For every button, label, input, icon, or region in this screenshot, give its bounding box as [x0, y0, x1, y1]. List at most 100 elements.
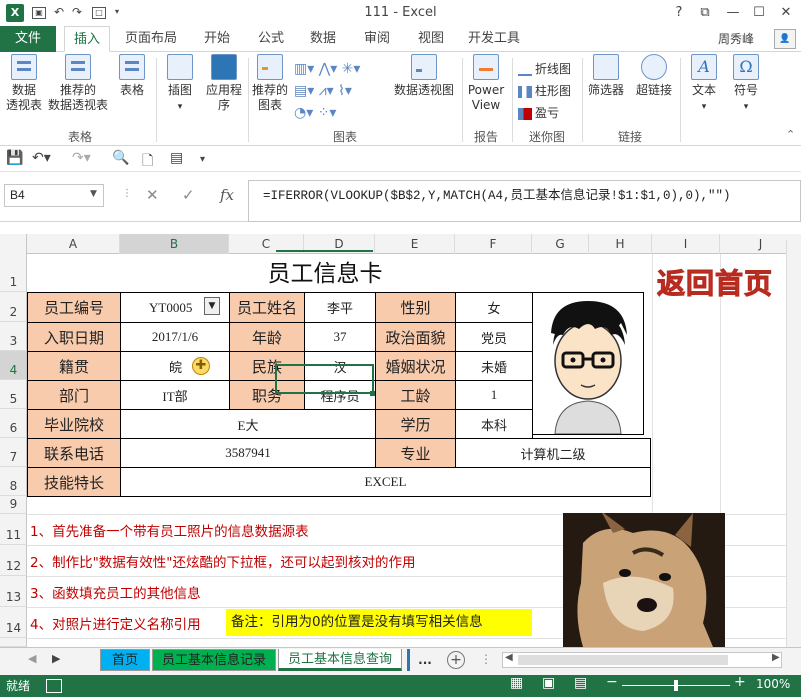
- row-header[interactable]: 8: [0, 467, 27, 496]
- help-button[interactable]: ?: [668, 2, 690, 24]
- tab-insert[interactable]: 插入: [64, 26, 110, 52]
- symbol-button[interactable]: Ω 符号 ▾: [728, 54, 764, 115]
- name-box[interactable]: B4: [4, 184, 104, 207]
- user-name[interactable]: 周秀峰: [718, 30, 754, 47]
- collapse-ribbon-icon[interactable]: ⌃: [786, 128, 795, 141]
- name-value[interactable]: 李平: [304, 292, 376, 323]
- zoom-level[interactable]: 100%: [756, 677, 790, 691]
- scroll-grip-icon[interactable]: ⋮: [480, 652, 492, 666]
- pivot-table-button[interactable]: 数据 透视表: [4, 54, 44, 113]
- zoom-slider-thumb[interactable]: [674, 680, 678, 691]
- save-mini-icon[interactable]: ▣: [32, 7, 46, 19]
- normal-view-icon[interactable]: ▦: [510, 675, 523, 691]
- age-value[interactable]: 37: [304, 322, 376, 352]
- print-preview-icon[interactable]: 🔍: [112, 150, 129, 166]
- sheet-tab-records[interactable]: 员工基本信息记录: [152, 649, 276, 671]
- fill-handle[interactable]: [370, 391, 375, 396]
- row-header[interactable]: 14: [0, 607, 27, 638]
- pivot-chart-button[interactable]: 数据透视图: [392, 54, 456, 98]
- column-header[interactable]: A: [27, 234, 120, 254]
- zoom-in-icon[interactable]: +: [734, 674, 746, 690]
- tab-page-layout[interactable]: 页面布局: [120, 26, 182, 52]
- column-header[interactable]: E: [375, 234, 455, 254]
- chart-type-icons[interactable]: ▥▾ ⋀▾ ✳▾ ▤▾ ⩘▾ ⌇▾ ◔▾ ⁘▾: [294, 58, 384, 124]
- school-value[interactable]: E大: [120, 409, 376, 439]
- form-icon[interactable]: ▤: [170, 150, 183, 166]
- undo-mini-icon[interactable]: ↶: [52, 6, 66, 19]
- new-document-icon[interactable]: 🗋: [142, 150, 153, 174]
- next-sheet-icon[interactable]: ▶: [52, 652, 60, 665]
- marital-value[interactable]: 未婚: [455, 351, 533, 381]
- tab-formulas[interactable]: 公式: [250, 26, 292, 52]
- macro-record-icon[interactable]: [46, 679, 62, 693]
- education-value[interactable]: 本科: [455, 409, 533, 439]
- tab-data[interactable]: 数据: [302, 26, 344, 52]
- sheet-tab-home[interactable]: 首页: [100, 649, 150, 671]
- gender-value[interactable]: 女: [455, 292, 533, 323]
- column-header[interactable]: G: [532, 234, 589, 254]
- scroll-left-icon[interactable]: ◀: [505, 652, 513, 663]
- row-header[interactable]: 9: [0, 496, 27, 514]
- formula-input[interactable]: =IFERROR(VLOOKUP($B$2,Y,MATCH(A4,员工基本信息记…: [248, 180, 801, 222]
- row-header[interactable]: 11: [0, 514, 27, 545]
- row-header[interactable]: 3: [0, 322, 27, 351]
- name-box-dropdown-icon[interactable]: ▼: [90, 189, 97, 199]
- tab-review[interactable]: 审阅: [356, 26, 398, 52]
- sparkline-winloss-button[interactable]: 盈亏: [518, 102, 571, 124]
- minimize-button[interactable]: —: [722, 2, 744, 24]
- user-avatar[interactable]: 👤: [774, 29, 796, 49]
- recommended-pivot-button[interactable]: 推荐的 数据透视表: [46, 54, 110, 113]
- employee-id-dropdown-icon[interactable]: ▼: [204, 297, 220, 315]
- vertical-scrollbar[interactable]: [786, 240, 801, 647]
- insert-function-icon[interactable]: fx: [220, 186, 234, 204]
- enter-icon[interactable]: ✓: [182, 186, 195, 204]
- column-header[interactable]: H: [589, 234, 652, 254]
- recommended-charts-button[interactable]: 推荐的 图表: [250, 54, 290, 113]
- scrollbar-thumb[interactable]: [518, 655, 728, 665]
- table-button[interactable]: 表格: [112, 54, 152, 98]
- qat-more-mini-icon[interactable]: ▾: [110, 7, 124, 19]
- tab-home[interactable]: 开始: [196, 26, 238, 52]
- tab-developer[interactable]: 开发工具: [462, 26, 526, 52]
- more-sheets-button[interactable]: ...: [407, 649, 440, 671]
- row-header[interactable]: 12: [0, 545, 27, 576]
- text-button[interactable]: A 文本 ▾: [684, 54, 724, 115]
- row-header[interactable]: 6: [0, 409, 27, 438]
- maximize-button[interactable]: ☐: [748, 2, 770, 24]
- select-all-corner[interactable]: [0, 234, 27, 254]
- row-header[interactable]: 13: [0, 576, 27, 607]
- dept-value[interactable]: IT部: [120, 380, 230, 410]
- row-header[interactable]: 2: [0, 292, 27, 322]
- prev-sheet-icon[interactable]: ◀: [28, 652, 36, 665]
- illustrations-button[interactable]: 插图 ▾: [160, 54, 200, 115]
- origin-value[interactable]: 皖: [120, 351, 230, 381]
- customize-qat-icon[interactable]: ▾: [200, 154, 205, 165]
- save-icon[interactable]: 💾: [6, 150, 23, 166]
- row-header[interactable]: 1: [0, 254, 27, 292]
- row-header[interactable]: 5: [0, 380, 27, 409]
- major-value[interactable]: 计算机二级: [455, 438, 651, 468]
- row-header[interactable]: 4: [0, 351, 27, 380]
- redo-icon[interactable]: ↷▾: [72, 150, 91, 166]
- cancel-icon[interactable]: ✕: [146, 186, 159, 204]
- seniority-value[interactable]: 1: [455, 380, 533, 410]
- dog-photo[interactable]: [563, 513, 725, 647]
- back-home-link[interactable]: 返回首页: [640, 262, 790, 302]
- zoom-out-icon[interactable]: −: [606, 674, 618, 690]
- skills-value[interactable]: EXCEL: [120, 467, 651, 497]
- scroll-right-icon[interactable]: ▶: [772, 652, 780, 663]
- new-mini-icon[interactable]: □: [92, 7, 106, 19]
- phone-value[interactable]: 3587941: [120, 438, 376, 468]
- redo-mini-icon[interactable]: ↷: [70, 6, 84, 19]
- hire-date-value[interactable]: 2017/1/6: [120, 322, 230, 352]
- close-button[interactable]: ✕: [775, 2, 797, 24]
- column-header[interactable]: B: [120, 234, 229, 254]
- sparkline-column-button[interactable]: 柱形图: [518, 80, 571, 102]
- hyperlink-button[interactable]: 超链接: [632, 54, 676, 98]
- tab-view[interactable]: 视图: [410, 26, 452, 52]
- politics-value[interactable]: 党员: [455, 322, 533, 352]
- column-header[interactable]: F: [455, 234, 532, 254]
- ribbon-display-button[interactable]: ⧉: [694, 2, 716, 24]
- power-view-button[interactable]: Power View: [464, 54, 508, 113]
- undo-icon[interactable]: ↶▾: [32, 150, 51, 166]
